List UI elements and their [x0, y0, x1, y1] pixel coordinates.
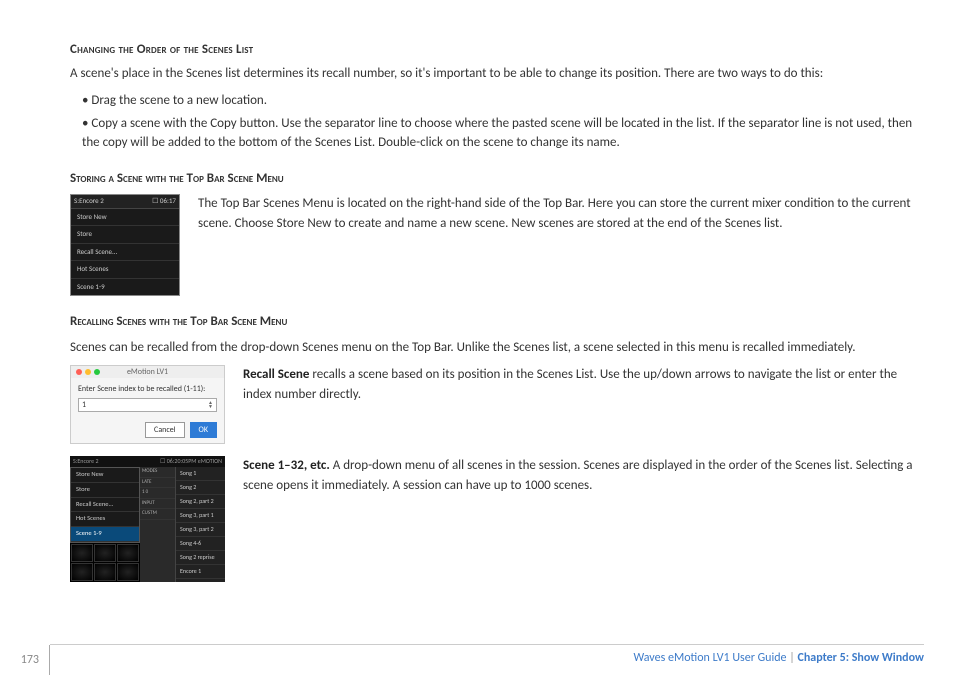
menu-item: Recall Scene... — [71, 244, 179, 262]
cancel-button[interactable]: Cancel — [145, 422, 185, 438]
scene-item: Song 3, part 2 — [176, 523, 225, 537]
screenshot-recall-dialog: eMotion LV1 Enter Scene index to be reca… — [70, 365, 225, 444]
spinner-icon[interactable]: ▲▼ — [208, 401, 213, 409]
input-value: 1 — [82, 399, 86, 411]
mode-panel: MODES LATE 1 0 INPUT CUSTM — [140, 467, 176, 582]
menu-item: Recall Scene... — [71, 498, 139, 513]
menu-item: Store — [71, 226, 179, 244]
scene-item: Song 1 — [176, 467, 225, 481]
ok-button[interactable]: OK — [190, 422, 217, 438]
menu-item: Hot Scenes — [71, 512, 139, 527]
footer-guide-link[interactable]: Waves eMotion LV1 User Guide — [633, 651, 786, 665]
dialog-title: eMotion LV1 — [71, 366, 224, 378]
paragraph-scene-132: Scene 1–32, etc. A drop-down menu of all… — [243, 456, 924, 495]
bullet-item: Copy a scene with the Copy button. Use t… — [82, 114, 924, 153]
page-number: 173 — [0, 645, 50, 675]
channel-grid — [70, 543, 140, 582]
bullet-list: Drag the scene to a new location. Copy a… — [82, 91, 924, 153]
heading-changing-order: Changing the Order of the Scenes List — [70, 40, 924, 60]
menu-item-selected: Scene 1-9 — [71, 527, 139, 542]
menu-header-left: S:Encore 2 — [74, 196, 104, 207]
scene-item: Song 4-6 — [176, 537, 225, 551]
screenshot-store-menu: S:Encore 2 ☐ 06:17 Store New Store Recal… — [70, 194, 180, 296]
screenshot-scene-dropdown: S:Encore 2 ☐ 06:20:05PM eMOTION Store Ne… — [70, 456, 225, 582]
bar-right: ☐ 06:20:05PM eMOTION — [160, 457, 222, 466]
footer-divider — [50, 644, 924, 645]
footer-text: Waves eMotion LV1 User Guide | Chapter 5… — [633, 649, 924, 667]
footer-chapter: Chapter 5: Show Window — [797, 651, 924, 665]
heading-recalling: Recalling Scenes with the Top Bar Scene … — [70, 312, 924, 332]
menu-item: Scene 1-9 — [71, 279, 179, 296]
menu-item: Hot Scenes — [71, 261, 179, 279]
menu-item: Store New — [71, 209, 179, 227]
bar-left: S:Encore 2 — [73, 457, 99, 466]
menu-header-right: ☐ 06:17 — [152, 196, 176, 207]
bullet-item: Drag the scene to a new location. — [82, 91, 924, 111]
paragraph-recalling-intro: Scenes can be recalled from the drop-dow… — [70, 338, 924, 358]
scene-132-label: Scene 1–32, etc. — [243, 458, 330, 473]
scene-item: Song 2 reprise — [176, 551, 225, 565]
scene-item: Song 2, part 2 — [176, 495, 225, 509]
scene-item: Song 3, part 1 — [176, 509, 225, 523]
paragraph-storing: The Top Bar Scenes Menu is located on th… — [198, 194, 924, 233]
heading-storing: Storing a Scene with the Top Bar Scene M… — [70, 169, 924, 189]
scene-index-input[interactable]: 1 ▲▼ — [78, 398, 217, 412]
menu-item: Store New — [71, 468, 139, 483]
recall-scene-label: Recall Scene — [243, 367, 309, 382]
dialog-prompt: Enter Scene index to be recalled (1-11): — [78, 383, 217, 395]
menu-item: Store — [71, 483, 139, 498]
paragraph-recall-scene: Recall Scene recalls a scene based on it… — [243, 365, 924, 404]
scene-item: Encore 1 — [176, 565, 225, 579]
scene-submenu: Song 1 Song 2 Song 2, part 2 Song 3, par… — [176, 467, 225, 582]
scene-item: Song 2 — [176, 481, 225, 495]
paragraph-intro: A scene's place in the Scenes list deter… — [70, 64, 924, 84]
